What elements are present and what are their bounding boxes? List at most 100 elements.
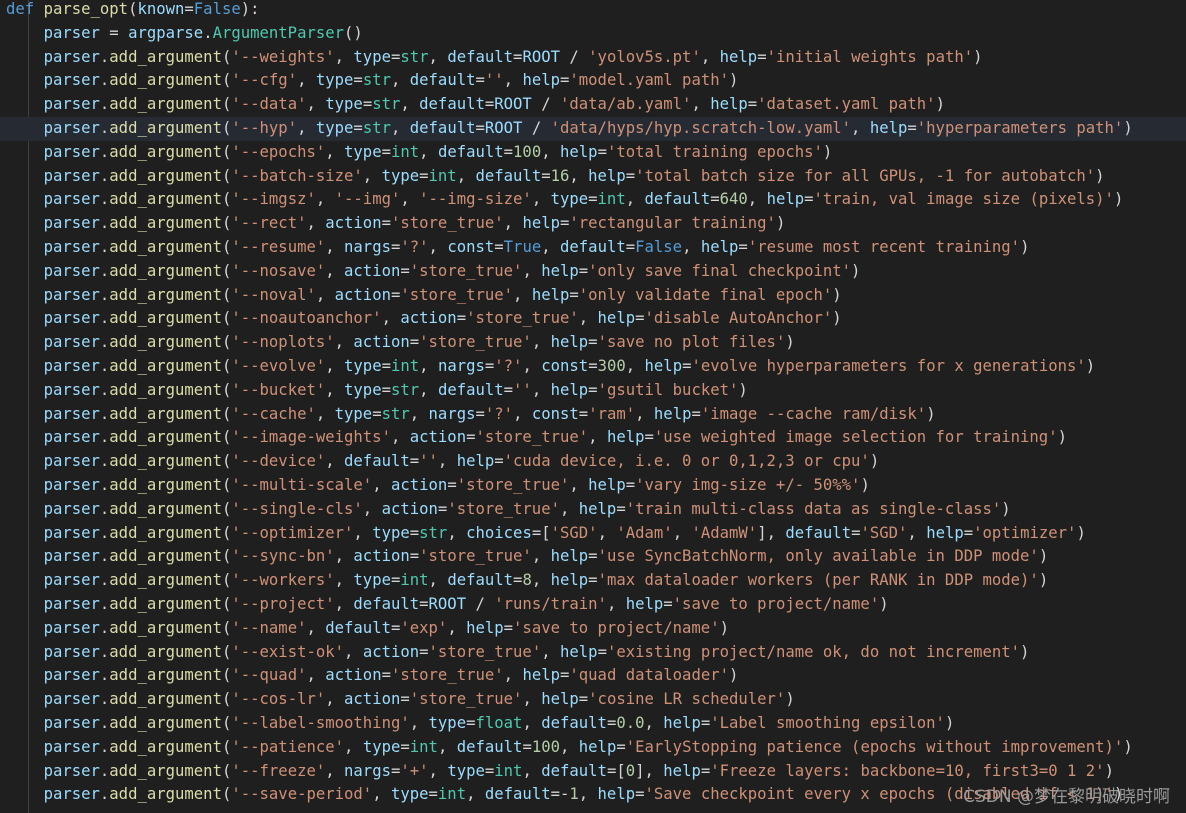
code-token: = [616, 499, 626, 518]
code-token: . [99, 452, 110, 471]
code-token: = [588, 380, 598, 399]
code-token: = [907, 119, 917, 137]
code-line[interactable]: parser.add_argument('--noplots', action=… [0, 331, 1186, 355]
code-token: 'rectangular training' [569, 214, 776, 233]
code-token: parser [43, 499, 100, 518]
code-token: , [522, 690, 542, 709]
code-token: '--image-weights' [231, 428, 391, 447]
code-token: 'store_true' [456, 476, 570, 494]
code-line[interactable]: parser.add_argument('--evolve', type=int… [0, 355, 1186, 379]
code-token: , [325, 142, 345, 161]
code-token: add_argument [109, 404, 222, 423]
code-line[interactable]: parser.add_argument('--freeze', nargs='+… [0, 760, 1186, 784]
code-line[interactable]: parser.add_argument('--workers', type=in… [0, 569, 1186, 593]
code-token: = [691, 404, 701, 423]
code-token: = [503, 618, 514, 637]
code-line[interactable]: parser.add_argument('--label-smoothing',… [0, 712, 1186, 736]
code-token: default [644, 190, 711, 209]
code-token: = [400, 261, 410, 280]
code-token: ) [973, 47, 983, 66]
code-token: default [437, 380, 504, 399]
code-line[interactable]: parser.add_argument('--quad', action='st… [0, 664, 1186, 688]
code-line[interactable]: parser = argparse.ArgumentParser() [0, 22, 1186, 46]
code-token: 'use SyncBatchNorm, only available in DD… [597, 547, 1039, 566]
code-token: ( [221, 666, 232, 685]
code-token: type [390, 785, 429, 804]
code-token: ) [1038, 547, 1049, 566]
code-token: = [419, 166, 429, 185]
code-line[interactable]: parser.add_argument('--batch-size', type… [0, 165, 1186, 189]
code-line[interactable]: parser.add_argument('--exist-ok', action… [0, 641, 1186, 665]
code-token: parser [43, 333, 100, 352]
code-token: add_argument [109, 547, 222, 566]
code-token: , [503, 214, 523, 233]
code-token: . [99, 333, 110, 352]
code-token: = [569, 285, 579, 304]
code-token: nargs [344, 238, 391, 256]
code-line[interactable]: parser.add_argument('--optimizer', type=… [0, 522, 1186, 546]
code-token: 'data/hyps/hyp.scratch-low.yaml' [550, 119, 852, 137]
code-token: ROOT [522, 47, 560, 66]
code-token: = [381, 142, 391, 161]
code-token: 'Freeze layers: backbone=10, first3=0 1 … [710, 761, 1105, 780]
code-token: = [747, 95, 758, 114]
code-line[interactable]: parser.add_argument('--cfg', type=str, d… [0, 69, 1186, 93]
code-token: ], [635, 761, 664, 780]
code-token: ) [869, 452, 880, 471]
code-line[interactable]: parser.add_argument('--device', default=… [0, 450, 1186, 474]
code-token: = [606, 714, 617, 732]
code-line[interactable]: parser.add_argument('--epochs', type=int… [0, 141, 1186, 165]
code-token: = [522, 737, 532, 756]
code-line[interactable]: parser.add_argument('--patience', type=i… [0, 736, 1186, 760]
code-token: type [372, 523, 410, 542]
code-token: '--rect' [231, 214, 307, 233]
code-token: add_argument [109, 71, 222, 90]
code-token: '--nosave' [231, 261, 326, 280]
code-line[interactable]: parser.add_argument('--image-weights', a… [0, 426, 1186, 450]
code-line[interactable]: parser.add_argument('--sync-bn', action=… [0, 545, 1186, 569]
code-token: False [635, 238, 683, 256]
code-token: , [334, 547, 354, 566]
code-token: = [588, 333, 598, 352]
code-token: '--epochs' [231, 142, 326, 161]
code-line[interactable]: parser.add_argument('--cos-lr', action='… [0, 688, 1186, 712]
code-token: def [6, 0, 44, 18]
code-editor[interactable]: def parse_opt(known=False): parser = arg… [0, 0, 1186, 813]
code-line[interactable]: parser.add_argument('--nosave', action='… [0, 260, 1186, 284]
code-token: , [907, 523, 927, 542]
code-token: ( [221, 737, 232, 756]
code-token: ( [221, 285, 232, 304]
code-line[interactable]: parser.add_argument('--resume', nargs='?… [0, 236, 1186, 260]
code-token: '--quad' [231, 666, 307, 685]
code-line[interactable]: parser.add_argument('--data', type=str, … [0, 93, 1186, 117]
code-token: , [513, 285, 532, 304]
code-line[interactable]: parser.add_argument('--rect', action='st… [0, 212, 1186, 236]
code-line[interactable]: def parse_opt(known=False): [0, 0, 1186, 22]
code-line[interactable]: parser.add_argument('--noval', action='s… [0, 284, 1186, 308]
code-token: 'store_true' [409, 261, 523, 280]
code-token: str [419, 523, 448, 542]
code-token: ) [738, 380, 748, 399]
code-token: , [315, 404, 335, 423]
code-line[interactable]: parser.add_argument('--project', default… [0, 593, 1186, 617]
code-line[interactable]: parser.add_argument('--noautoanchor', ac… [0, 307, 1186, 331]
code-token: 'data/ab.yaml' [560, 95, 692, 114]
code-token: type [315, 119, 354, 137]
code-token: str [400, 47, 429, 66]
code-token: help [588, 476, 626, 494]
code-line[interactable]: parser.add_argument('--weights', type=st… [0, 46, 1186, 70]
code-line[interactable]: parser.add_argument('--hyp', type=str, d… [0, 117, 1186, 141]
code-line[interactable]: parser.add_argument('--single-cls', acti… [0, 498, 1186, 522]
code-line[interactable]: parser.add_argument('--bucket', type=str… [0, 379, 1186, 403]
code-token: . [99, 690, 110, 709]
code-line[interactable]: parser.add_argument('--multi-scale', act… [0, 474, 1186, 498]
code-line[interactable]: parser.add_argument('--name', default='e… [0, 617, 1186, 641]
code-token: . [99, 238, 110, 256]
code-line[interactable]: parser.add_argument('--cache', type=str,… [0, 403, 1186, 427]
code-token: , [597, 523, 617, 542]
code-line[interactable]: parser.add_argument('--imgsz', '--img', … [0, 188, 1186, 212]
code-token: str [362, 119, 391, 137]
